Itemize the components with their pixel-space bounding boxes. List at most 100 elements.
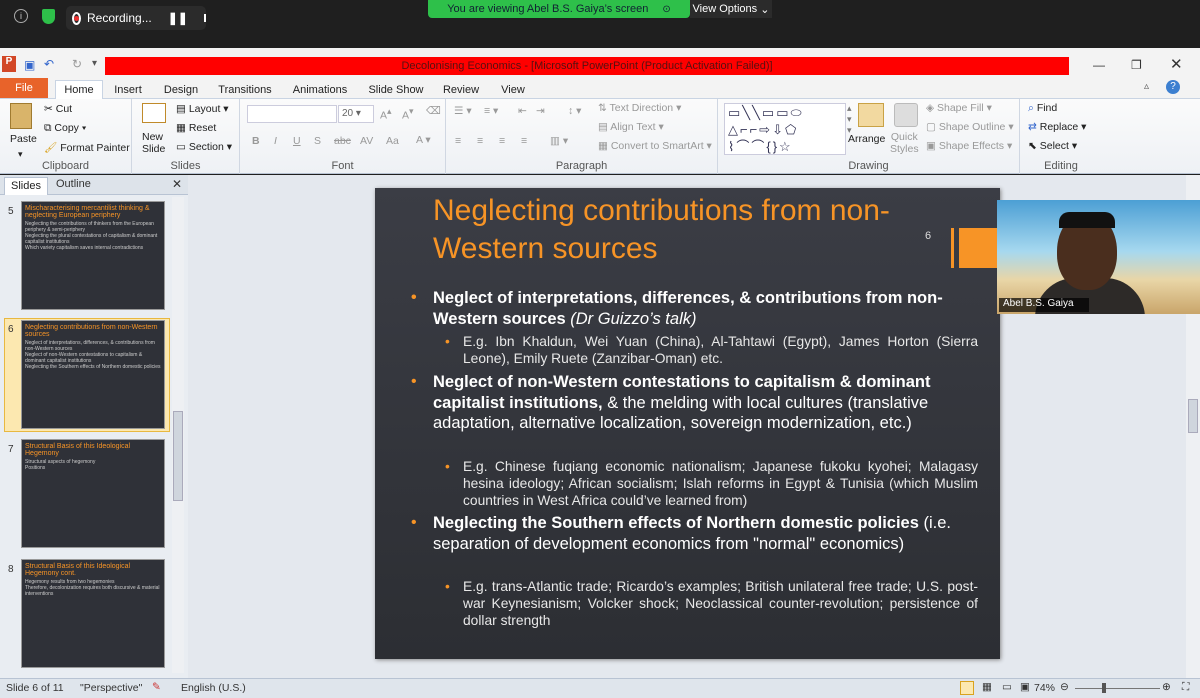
more-icon[interactable]: ⊙ (662, 4, 670, 15)
powerpoint-icon[interactable]: P (2, 56, 16, 72)
bullets-icon[interactable]: ☰ ▾ (454, 105, 472, 117)
tab-insert[interactable]: Insert (106, 80, 150, 99)
sub-bullet-2[interactable]: E.g. Chinese fuqiang economic nationalis… (445, 458, 978, 509)
increase-indent-icon[interactable]: ⇥ (536, 105, 545, 117)
slide-thumbnail[interactable]: Neglecting contributions from non-Wester… (21, 320, 165, 429)
paste-icon[interactable] (10, 103, 32, 129)
pause-icon[interactable]: ❚❚ (168, 11, 188, 25)
shadow-icon[interactable]: S (314, 135, 321, 147)
new-slide-button[interactable]: New Slide (142, 131, 165, 155)
thumbnail-scrollbar[interactable] (172, 197, 184, 673)
maximize-icon[interactable]: ❐ (1131, 58, 1142, 72)
tab-slide-show[interactable]: Slide Show (364, 80, 428, 99)
replace-button[interactable]: ⇄ Replace ▾ (1028, 121, 1086, 133)
help-icon[interactable]: ? (1166, 80, 1180, 94)
normal-view-icon[interactable] (960, 681, 974, 695)
paste-dropdown-icon[interactable]: ▾ (18, 149, 23, 160)
align-right-icon[interactable]: ≡ (499, 135, 505, 147)
spellcheck-icon[interactable]: ✎ (152, 681, 161, 693)
shape-fill-button[interactable]: ◈ Shape Fill ▾ (926, 102, 992, 114)
qat-dropdown-icon[interactable]: ▾ (92, 58, 97, 69)
underline-icon[interactable]: U (293, 135, 301, 147)
scroll-thumb[interactable] (173, 411, 183, 501)
tab-design[interactable]: Design (158, 80, 204, 99)
shrink-font-icon[interactable]: A▾ (402, 106, 413, 122)
layout-button[interactable]: ▤ Layout ▾ (176, 103, 229, 115)
bullet-2[interactable]: Neglect of non-Western contestations to … (411, 372, 978, 434)
quick-styles-icon[interactable] (894, 103, 918, 127)
view-options-button[interactable]: View Options ⌄ (690, 0, 772, 18)
section-button[interactable]: ▭ Section ▾ (176, 141, 232, 153)
line-spacing-icon[interactable]: ↕ ▾ (568, 105, 581, 117)
tab-transitions[interactable]: Transitions (214, 80, 276, 99)
stop-icon[interactable] (203, 14, 206, 22)
recording-indicator[interactable]: Recording... ❚❚ (66, 6, 206, 30)
collapse-ribbon-icon[interactable]: ▵ (1144, 81, 1149, 92)
bullet-1[interactable]: Neglect of interpretations, differences,… (411, 288, 978, 329)
paste-button[interactable]: Paste (10, 133, 37, 145)
tab-outline[interactable]: Outline (56, 178, 91, 190)
close-icon[interactable]: ✕ (1170, 55, 1183, 73)
grow-font-icon[interactable]: A▴ (380, 106, 391, 122)
arrange-button[interactable]: Arrange (848, 133, 885, 145)
gallery-scroll-icon[interactable]: ▴ ▾ ▾ (847, 103, 852, 136)
info-icon[interactable]: i (14, 9, 28, 23)
shapes-gallery[interactable]: ▭╲╲▭▭⬭ △⌐⌐⇨⇩⬠ ⌇⌒⌒{}☆ (724, 103, 846, 155)
tab-home[interactable]: Home (55, 80, 103, 99)
italic-icon[interactable]: I (274, 135, 277, 147)
language[interactable]: English (U.S.) (181, 682, 246, 694)
align-left-icon[interactable]: ≡ (455, 135, 461, 147)
strikethrough-icon[interactable]: abc (334, 135, 351, 147)
reading-view-icon[interactable]: ▭ (1002, 681, 1012, 693)
change-case-icon[interactable]: Aa (386, 135, 399, 147)
font-size-input[interactable]: 20 ▾ (338, 105, 374, 123)
reset-button[interactable]: ▦ Reset (176, 122, 216, 134)
tab-file[interactable]: File (0, 78, 48, 98)
font-color-icon[interactable]: A ▾ (416, 134, 431, 146)
format-painter-button[interactable]: 🖌 Format Painter (44, 141, 130, 154)
arrange-icon[interactable] (858, 103, 884, 127)
char-spacing-icon[interactable]: AV (360, 135, 373, 147)
save-icon[interactable]: ▣ (24, 58, 35, 72)
tab-slides[interactable]: Slides (4, 177, 48, 195)
sub-bullet-3[interactable]: E.g. trans-Atlantic trade; Ricardo’s exa… (445, 578, 978, 629)
tab-view[interactable]: View (494, 80, 532, 99)
copy-button[interactable]: ⧉ Copy ▾ (44, 122, 86, 135)
slide-canvas[interactable]: Neglecting contributions from non-Wester… (375, 188, 1000, 659)
zoom-slider-thumb[interactable] (1102, 683, 1106, 693)
smartart-button[interactable]: ▦ Convert to SmartArt ▾ (598, 140, 712, 152)
slide-thumbnail[interactable]: Structural Basis of this Ideological Heg… (21, 559, 165, 668)
shape-effects-button[interactable]: ▣ Shape Effects ▾ (926, 140, 1012, 152)
undo-icon[interactable]: ↶ (44, 57, 54, 71)
align-center-icon[interactable]: ≡ (477, 135, 483, 147)
numbering-icon[interactable]: ≡ ▾ (484, 105, 498, 117)
sorter-view-icon[interactable]: ▦ (982, 681, 992, 693)
font-name-input[interactable] (247, 105, 337, 123)
find-button[interactable]: ⌕ Find (1028, 102, 1057, 115)
clear-format-icon[interactable]: ⌫ (426, 105, 441, 117)
justify-icon[interactable]: ≡ (521, 135, 527, 147)
scroll-thumb[interactable] (1188, 399, 1198, 433)
redo-icon[interactable]: ↻ (72, 57, 82, 71)
bold-icon[interactable]: B (252, 135, 260, 147)
align-text-button[interactable]: ▤ Align Text ▾ (598, 121, 664, 133)
zoom-in-icon[interactable]: ⊕ (1162, 681, 1171, 693)
columns-icon[interactable]: ▥ ▾ (550, 135, 568, 147)
select-button[interactable]: ⬉ Select ▾ (1028, 140, 1077, 152)
zoom-level[interactable]: 74% (1034, 682, 1055, 694)
shape-outline-button[interactable]: ▢ Shape Outline ▾ (926, 121, 1014, 133)
quick-styles-button[interactable]: Quick Styles (890, 131, 919, 155)
cut-button[interactable]: ✂ Cut (44, 103, 72, 115)
fit-window-icon[interactable]: ⛶ (1182, 681, 1189, 694)
decrease-indent-icon[interactable]: ⇤ (518, 105, 527, 117)
close-pane-icon[interactable]: ✕ (172, 177, 182, 191)
sub-bullet-1[interactable]: E.g. Ibn Khaldun, Wei Yuan (China), Al-T… (445, 333, 978, 367)
bullet-3[interactable]: Neglecting the Southern effects of North… (411, 513, 978, 554)
zoom-out-icon[interactable]: ⊖ (1060, 681, 1069, 693)
slide-thumbnail[interactable]: Structural Basis of this Ideological Heg… (21, 439, 165, 548)
minimize-icon[interactable]: — (1093, 58, 1105, 72)
tab-review[interactable]: Review (438, 80, 484, 99)
new-slide-icon[interactable] (142, 103, 166, 123)
tab-animations[interactable]: Animations (286, 80, 354, 99)
slideshow-view-icon[interactable]: ▣ (1020, 681, 1030, 693)
